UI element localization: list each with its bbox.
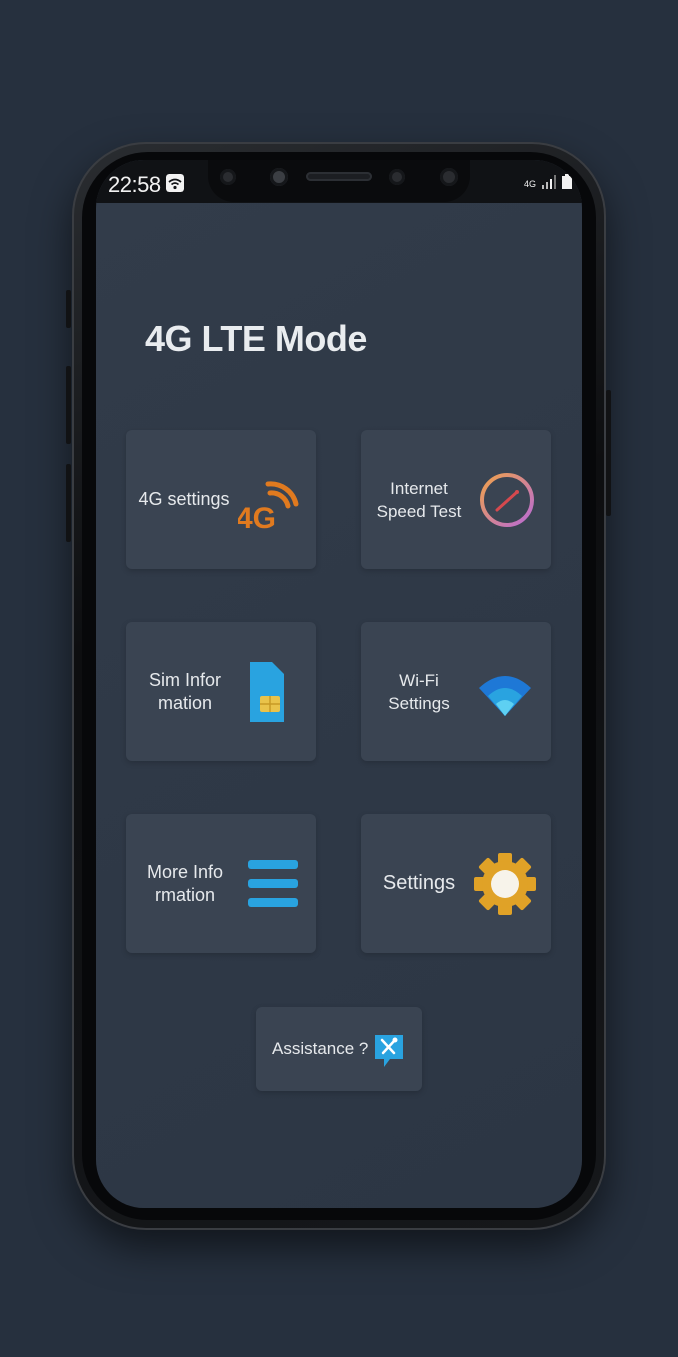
sim-card-icon [250,662,284,722]
svg-text:4G: 4G [238,502,276,532]
phone-side-button [66,366,71,444]
card-label: More Information [146,861,224,905]
network-type: 4G [523,179,536,189]
phone-side-button [66,464,71,542]
camera-icon [389,169,405,185]
page-title: 4G LTE Mode [145,318,367,359]
earpiece-speaker [306,172,372,181]
tools-icon [375,1035,403,1067]
phone-notch [208,160,470,202]
card-wifi-settings[interactable]: Wi-Fi Settings [361,622,551,761]
sensor-icon [270,168,288,186]
battery-icon [562,174,572,189]
4g-signal-icon: 4G [238,481,299,532]
card-4g-settings[interactable]: 4G settings 4G [126,430,316,569]
phone-screen: 22:58 4G 4G LTE Mode 4G settings 4G Inte… [96,160,582,1208]
card-label: Internet Speed Test [376,478,462,521]
phone-side-button [606,390,611,516]
signal-icon [542,175,556,189]
speedometer-icon [480,473,534,527]
card-label: 4G settings [138,489,230,509]
sensor-icon [440,168,458,186]
wifi-status-icon [166,174,184,192]
card-label: Wi-Fi Settings [388,670,450,713]
card-label: Settings [382,872,456,894]
assistance-label: Assistance ? [272,1039,369,1058]
card-settings[interactable]: Settings [361,814,551,953]
wifi-icon [479,676,531,716]
card-speed-test[interactable]: Internet Speed Test [361,430,551,569]
status-time: 22:58 [108,172,161,197]
card-label: Sim Information [148,669,222,713]
phone-side-button [66,290,71,328]
status-icons: 4G [524,174,572,189]
gear-icon [474,853,536,915]
card-more-information[interactable]: More Information [126,814,316,953]
camera-icon [220,169,236,185]
card-sim-information[interactable]: Sim Information [126,622,316,761]
assistance-button[interactable]: Assistance ? [256,1007,422,1091]
list-menu-icon [248,860,298,907]
